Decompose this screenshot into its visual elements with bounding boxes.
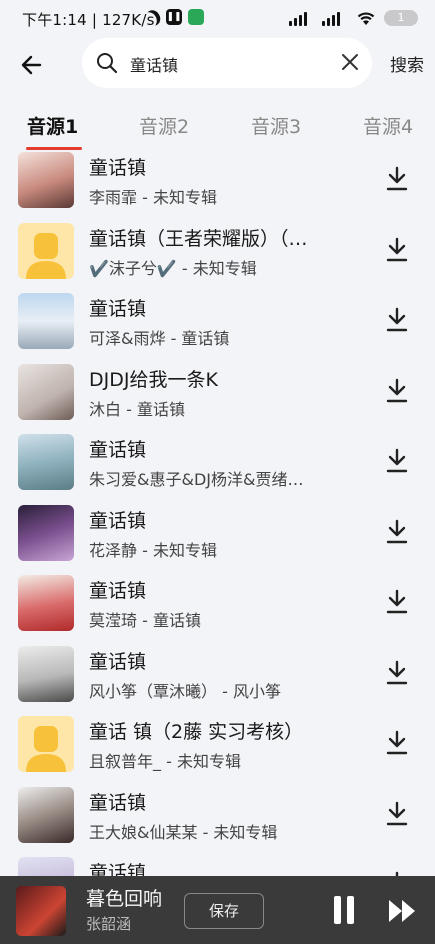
song-title: 童话镇 [89,509,147,532]
song-row[interactable]: 童话镇莫滢琦 - 童话镇 [0,573,435,643]
tab-source-4[interactable]: 音源4 [363,112,413,139]
player-title: 暮色回响 [86,888,163,910]
song-artist-album: ✔️沫子兮✔️ - 未知专辑 [89,258,257,278]
tab-source-2[interactable]: 音源2 [139,112,189,139]
search-input[interactable] [128,50,332,78]
song-title: 童话镇 [89,298,147,320]
tab-source-3[interactable]: 音源3 [251,112,301,139]
download-icon[interactable] [385,801,409,827]
battery-icon: 1 [384,10,418,26]
song-artist-album: 且叙普年_ - 未知专辑 [89,752,241,771]
download-icon[interactable] [385,237,409,263]
song-artist-album: 花泽静 - 未知专辑 [89,540,217,560]
album-cover [18,363,74,420]
song-artist-album: 王大娘&仙某某 - 未知专辑 [89,822,278,842]
song-row[interactable]: 童话 镇（2藤 实习考核） 且叙普年_ - 未知专辑 [0,714,435,784]
song-artist-album: 沐白 - 童话镇 [89,399,185,419]
player-artist: 张韶涵 [86,915,132,933]
download-icon[interactable] [385,730,409,756]
album-cover [18,152,74,208]
download-icon[interactable] [385,307,409,333]
album-cover [18,575,74,631]
song-artist-album: 莫滢琦 - 童话镇 [89,611,201,630]
wifi-icon [357,12,375,25]
song-row[interactable]: 童话镇（王者荣耀版）（… ✔️沫子兮✔️ - 未知专辑 [0,221,435,291]
song-artist-album: 风小筝（覃沐曦） - 风小筝 [89,681,281,701]
default-avatar-icon [18,716,74,772]
search-icon [97,53,118,74]
album-cover [18,786,74,843]
song-title: 童话镇 [89,791,147,814]
pause-icon[interactable] [332,895,356,925]
search-box[interactable] [82,38,372,88]
player-cover[interactable] [16,886,66,936]
song-row[interactable]: 童话镇李雨霏 - 未知专辑 [0,150,435,220]
song-title: 童话镇 [89,439,147,461]
download-icon[interactable] [385,589,409,615]
clear-icon[interactable] [340,52,360,72]
song-row[interactable]: 童话镇可泽&雨烨 - 童话镇 [0,291,435,361]
album-cover [18,645,74,702]
next-track-icon[interactable] [388,898,418,924]
song-title: 童话镇（王者荣耀版）（… [89,227,308,250]
song-title: 童话镇 [89,157,147,179]
download-icon[interactable] [385,660,409,686]
pause-badge-icon: ❚❚ [166,9,182,25]
status-time: 下午1:14 | 127K/s [22,11,155,29]
mini-player[interactable]: 暮色回响 张韶涵 保存 [0,876,435,944]
back-arrow-icon[interactable] [18,50,48,80]
search-button[interactable]: 搜索 [390,51,424,76]
download-icon[interactable] [385,519,409,545]
song-row[interactable]: 童话镇风小筝（覃沐曦） - 风小筝 [0,644,435,714]
signal-icon-2 [322,12,340,26]
song-row[interactable]: 童话镇花泽静 - 未知专辑 [0,503,435,573]
song-artist-album: 可泽&雨烨 - 童话镇 [89,329,230,348]
song-title: 童话 镇（2藤 实习考核） [89,721,304,743]
shield-icon [188,9,204,25]
download-icon[interactable] [385,166,409,192]
signal-icon [289,12,307,26]
song-row[interactable]: DJDJ给我一条K 沐白 - 童话镇 [0,362,435,432]
default-avatar-icon [18,222,74,279]
download-icon[interactable] [385,378,409,404]
song-title: 童话镇 [89,650,147,673]
tab-source-1[interactable]: 音源1 [27,112,78,139]
song-artist-album: 朱习爱&惠子&DJ杨洋&贾绪… [89,470,304,489]
status-bar: 下午1:14 | 127K/s ❚❚ 1 [0,0,435,36]
album-cover [18,434,74,490]
album-cover [18,504,74,561]
song-row[interactable]: 童话镇朱习爱&惠子&DJ杨洋&贾绪… [0,432,435,502]
save-button[interactable]: 保存 [184,893,264,929]
album-cover [18,293,74,349]
song-title: 童话镇 [89,580,147,602]
song-title: DJDJ给我一条K [89,368,218,391]
song-artist-album: 李雨霏 - 未知专辑 [89,188,217,207]
download-icon[interactable] [385,448,409,474]
song-row[interactable]: 童话镇王大娘&仙某某 - 未知专辑 [0,785,435,855]
